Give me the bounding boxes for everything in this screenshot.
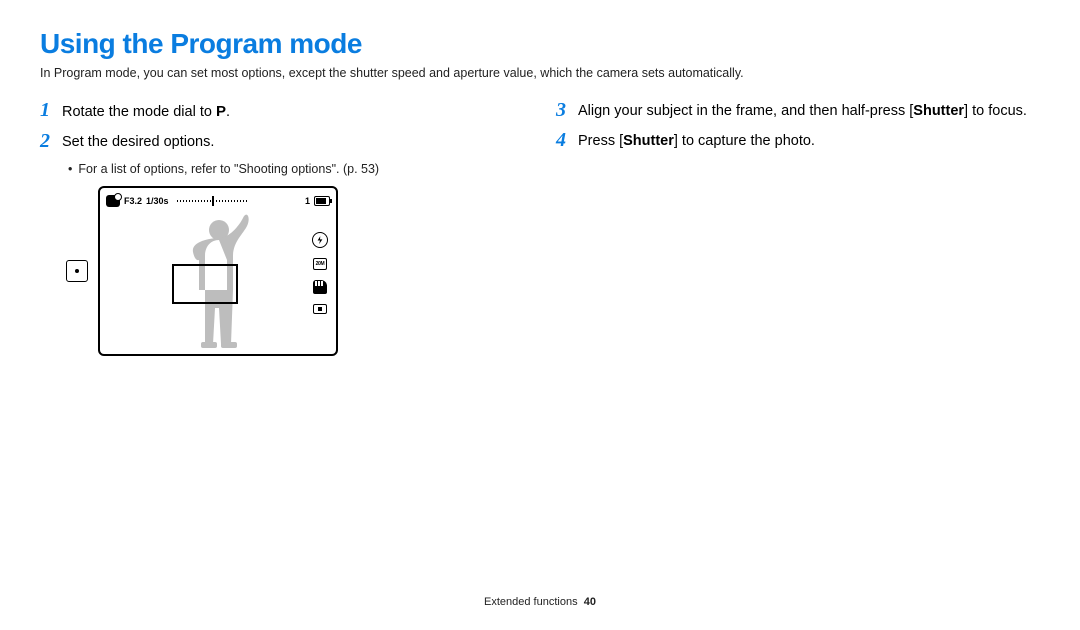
step-number: 1 xyxy=(40,100,62,120)
content-columns: 1 Rotate the mode dial to P. 2 Set the d… xyxy=(40,102,1040,356)
step-text-pre: Rotate the mode dial to xyxy=(62,104,216,120)
footer-page-number: 40 xyxy=(584,596,596,608)
page-footer: Extended functions 40 xyxy=(0,596,1080,608)
step-3: 3 Align your subject in the frame, and t… xyxy=(556,102,1040,122)
step-body: Align your subject in the frame, and the… xyxy=(578,102,1027,122)
footer-section: Extended functions xyxy=(484,596,578,608)
flash-icon xyxy=(312,232,328,248)
step-text-post: ] to capture the photo. xyxy=(674,133,815,149)
step-number: 3 xyxy=(556,100,578,120)
left-column: 1 Rotate the mode dial to P. 2 Set the d… xyxy=(40,102,524,356)
step-1: 1 Rotate the mode dial to P. xyxy=(40,102,524,123)
image-stabilization-icon xyxy=(313,280,327,294)
battery-icon xyxy=(314,196,330,206)
lcd-top-bar: F3.2 1/30s 1 xyxy=(106,194,330,208)
page-title: Using the Program mode xyxy=(40,28,1040,60)
metering-icon xyxy=(313,304,327,314)
aperture-value: F3.2 xyxy=(124,196,142,206)
mode-icon xyxy=(106,195,120,207)
step-2-bullet: For a list of options, refer to "Shootin… xyxy=(68,162,524,176)
camera-lcd: F3.2 1/30s 1 xyxy=(98,186,338,356)
step-text-post: ] to focus. xyxy=(964,103,1027,119)
step-body: Press [Shutter] to capture the photo. xyxy=(578,132,815,152)
bullet-text: For a list of options, refer to "Shootin… xyxy=(78,162,379,176)
right-column: 3 Align your subject in the frame, and t… xyxy=(556,102,1040,356)
step-text-pre: Press [ xyxy=(578,133,623,149)
shutter-label: Shutter xyxy=(623,133,674,149)
step-text-post: . xyxy=(226,104,230,120)
shutter-value: 1/30s xyxy=(146,196,169,206)
intro-text: In Program mode, you can set most option… xyxy=(40,66,1040,80)
step-text-pre: Align your subject in the frame, and the… xyxy=(578,103,913,119)
lcd-illustration: F3.2 1/30s 1 xyxy=(66,186,524,356)
mode-dial-p-icon: P xyxy=(216,103,226,120)
shutter-label: Shutter xyxy=(913,103,964,119)
ev-scale-icon xyxy=(177,197,247,205)
step-2: 2 Set the desired options. xyxy=(40,133,524,153)
step-4: 4 Press [Shutter] to capture the photo. xyxy=(556,132,1040,152)
dpad-icon xyxy=(66,260,88,282)
step-number: 2 xyxy=(40,131,62,151)
shots-remaining: 1 xyxy=(305,196,310,206)
step-body: Rotate the mode dial to P. xyxy=(62,102,230,123)
step-number: 4 xyxy=(556,130,578,150)
resolution-icon xyxy=(313,258,327,270)
step-body: Set the desired options. xyxy=(62,133,214,153)
focus-frame-icon xyxy=(172,264,238,304)
lcd-side-icons xyxy=(312,232,328,314)
